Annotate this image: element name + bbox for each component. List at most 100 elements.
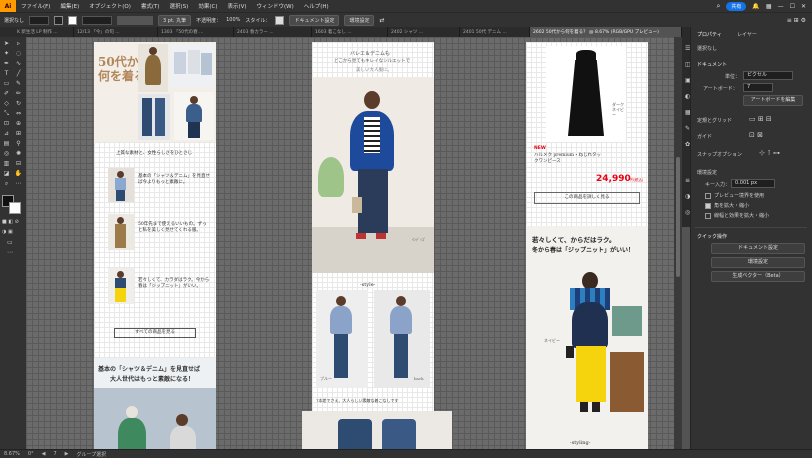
- symbol-sprayer-icon[interactable]: ✺: [14, 150, 23, 158]
- curvature-tool-icon[interactable]: ∿: [14, 60, 23, 68]
- artboard-index-dropdown[interactable]: 7: [743, 83, 773, 92]
- search-icon[interactable]: ⌕: [716, 2, 720, 11]
- stroke-weight-field[interactable]: [82, 15, 113, 25]
- selection-field[interactable]: [29, 15, 50, 25]
- magic-wand-icon[interactable]: ✦: [2, 50, 11, 58]
- menu-type[interactable]: 書式(T): [136, 2, 165, 10]
- variable-width-field[interactable]: [117, 15, 154, 25]
- tab-doc-2[interactable]: 12/13 「今」の旬 ...: [74, 27, 158, 37]
- draw-mode-icons[interactable]: ◑ ▣: [2, 229, 22, 235]
- eyedropper-icon[interactable]: ⚲: [14, 140, 23, 148]
- tab-doc-3[interactable]: 1303 「50代の春 ...: [158, 27, 234, 37]
- perspective-grid-icon[interactable]: ⊿: [2, 130, 11, 138]
- hand-tool-icon[interactable]: ✋: [14, 170, 23, 178]
- brush-definition-dropdown[interactable]: 3 pt. 丸筆: [158, 14, 192, 26]
- scale-strokes-checkbox[interactable]: [705, 213, 711, 219]
- tab-doc-6[interactable]: 2402 シャツ ...: [388, 27, 460, 37]
- menu-effect[interactable]: 効果(C): [193, 2, 222, 10]
- arrange-icon[interactable]: ⇄: [379, 17, 384, 24]
- document-settings-button[interactable]: ドキュメント設定: [289, 14, 340, 26]
- zoom-tool-icon[interactable]: ⌕: [2, 180, 11, 188]
- close-icon[interactable]: ✕: [801, 3, 806, 10]
- eraser-icon[interactable]: ◇: [2, 100, 11, 108]
- guides-icons[interactable]: ⊡ ⊠: [749, 131, 763, 139]
- menu-edit[interactable]: 編集(E): [55, 2, 84, 10]
- menu-file[interactable]: ファイル(F): [16, 2, 55, 10]
- free-transform-icon[interactable]: ⊡: [2, 120, 11, 128]
- menu-object[interactable]: オブジェクト(O): [84, 2, 136, 10]
- mesh-tool-icon[interactable]: ⊞: [14, 130, 23, 138]
- more-tools-icon[interactable]: ⋯: [14, 180, 23, 188]
- menu-view[interactable]: 表示(V): [222, 2, 251, 10]
- menu-window[interactable]: ウィンドウ(W): [252, 2, 299, 10]
- rotation-value[interactable]: 0°: [28, 451, 34, 457]
- preview-bounds-checkbox[interactable]: [705, 193, 711, 199]
- product-detail-button[interactable]: この商品を詳しく見る: [534, 192, 640, 204]
- selection-tool-icon[interactable]: ➤: [2, 40, 11, 48]
- align-icon[interactable]: ≡ ⊞ ⚙: [787, 17, 812, 24]
- artboard-3[interactable]: ダークネイビー NEW ハルメク premium・ねじれタックワンピース 24,…: [526, 42, 648, 449]
- opacity-value[interactable]: 100%: [226, 17, 240, 23]
- preferences-button[interactable]: 環境設定: [344, 14, 375, 26]
- maximize-icon[interactable]: ☐: [790, 3, 795, 10]
- paintbrush-icon[interactable]: ✎: [14, 80, 23, 88]
- panel-tab-properties[interactable]: プロパティ: [697, 31, 722, 38]
- quick-document-settings-button[interactable]: ドキュメント設定: [711, 243, 805, 254]
- quick-preferences-button[interactable]: 環境設定: [711, 257, 805, 268]
- lasso-icon[interactable]: ◌: [14, 50, 23, 58]
- gradient-tool-icon[interactable]: ▤: [2, 140, 11, 148]
- style-swatch[interactable]: [275, 15, 285, 25]
- artboard-2[interactable]: バレエ＆デニムも どこから見てもキレイなシルエットで 美しい大人服に。 ｲﾝﾃﾞ…: [312, 42, 434, 416]
- pen-tool-icon[interactable]: ✒: [2, 60, 11, 68]
- direct-selection-tool-icon[interactable]: ▹: [14, 40, 23, 48]
- slice-tool-icon[interactable]: ◪: [2, 170, 11, 178]
- snap-icons[interactable]: ⊹ ⊺ ⊶: [759, 149, 780, 157]
- scrollbar-thumb[interactable]: [676, 157, 680, 277]
- tab-doc-4[interactable]: 2403 春カラー ...: [234, 27, 312, 37]
- tab-doc-1[interactable]: K 新生活 LP 制作 ...: [14, 27, 74, 37]
- tab-doc-7[interactable]: 2401 50代 デニム ...: [460, 27, 530, 37]
- artboard-1[interactable]: 50代から 何を着る？ 上質な素材と、女性らしさをひとさじ 基本の「シャツ＆デニ…: [94, 42, 216, 449]
- view-all-button[interactable]: すべての商品を見る: [114, 328, 196, 338]
- artboard-number[interactable]: 7: [53, 451, 56, 457]
- zoom-level[interactable]: 8.67%: [4, 451, 20, 457]
- width-tool-icon[interactable]: ⇔: [14, 110, 23, 118]
- edit-artboards-button[interactable]: アートボードを編集: [743, 95, 803, 106]
- shape-builder-icon[interactable]: ⊕: [14, 120, 23, 128]
- minimize-icon[interactable]: —: [778, 3, 784, 10]
- scale-tool-icon[interactable]: ⤡: [2, 110, 11, 118]
- graph-tool-icon[interactable]: ▥: [2, 160, 11, 168]
- artboard-2-lower[interactable]: [302, 411, 452, 449]
- color-mode-icons[interactable]: ■ ◧ ⊘: [2, 219, 22, 225]
- keyboard-increment-field[interactable]: 0.001 px: [731, 179, 775, 188]
- screen-mode-icon[interactable]: ▭: [7, 239, 13, 246]
- stroke-color-swatch[interactable]: [9, 202, 21, 214]
- edit-toolbar-icon[interactable]: ⋯: [7, 249, 13, 256]
- rotate-tool-icon[interactable]: ↻: [14, 100, 23, 108]
- workspace-icon[interactable]: ▦: [766, 3, 772, 10]
- unit-dropdown[interactable]: ピクセル: [743, 71, 793, 80]
- generative-vector-button[interactable]: 生成ベクター（Beta）: [711, 271, 805, 282]
- artboard-tool-icon[interactable]: ⊟: [14, 160, 23, 168]
- rectangle-tool-icon[interactable]: ▭: [2, 80, 11, 88]
- panel-tab-layers[interactable]: レイヤー: [737, 31, 757, 38]
- blend-tool-icon[interactable]: ◎: [2, 150, 11, 158]
- type-tool-icon[interactable]: T: [2, 70, 11, 78]
- canvas-area[interactable]: 50代から 何を着る？ 上質な素材と、女性らしさをひとさじ 基本の「シャツ＆デニ…: [26, 37, 682, 449]
- stroke-swatch[interactable]: [68, 15, 78, 25]
- fill-swatch[interactable]: [54, 15, 64, 25]
- scale-corners-checkbox[interactable]: [705, 203, 711, 209]
- tab-doc-5[interactable]: 1603 着こなし ...: [312, 27, 388, 37]
- notification-icon[interactable]: 🔔: [752, 3, 759, 10]
- menu-help[interactable]: ヘルプ(H): [299, 2, 334, 10]
- artboard-navigator-next-icon[interactable]: ▶: [65, 451, 69, 457]
- line-tool-icon[interactable]: ╱: [14, 70, 23, 78]
- rulers-grid-icons[interactable]: ▭ ⊞ ⊟: [749, 115, 772, 123]
- menu-select[interactable]: 選択(S): [165, 2, 194, 10]
- artboard-navigator-prev-icon[interactable]: ◀: [42, 451, 46, 457]
- canvas-vertical-scrollbar[interactable]: [674, 37, 682, 449]
- share-button[interactable]: 共有: [726, 1, 747, 11]
- tab-doc-active[interactable]: 2602 50代から何を着る？ @ 8.67% (RGB/GPU プレビュー): [530, 27, 682, 37]
- shaper-tool-icon[interactable]: ✐: [2, 90, 11, 98]
- pencil-icon[interactable]: ✏: [14, 90, 23, 98]
